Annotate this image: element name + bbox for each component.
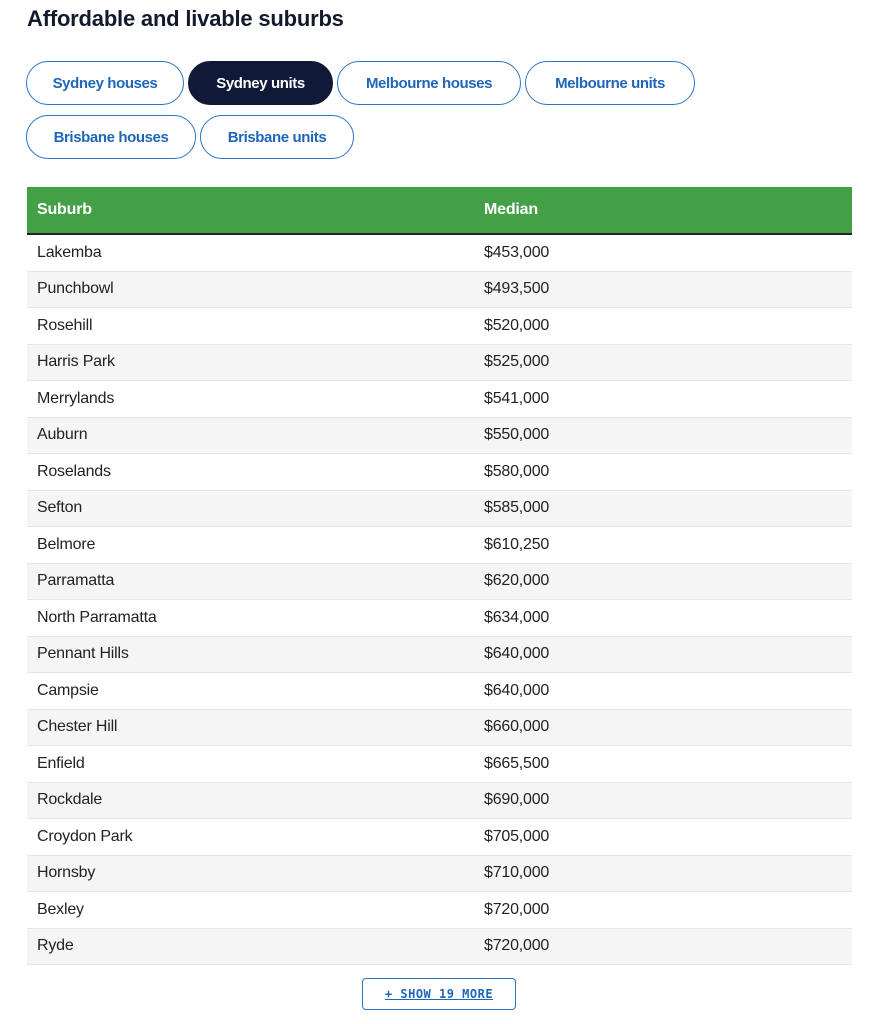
table-row: Ryde $720,000 bbox=[27, 928, 852, 965]
tab-row-2: Brisbane houses Brisbane units bbox=[26, 115, 354, 159]
median-cell: $541,000 bbox=[474, 380, 852, 418]
median-cell: $720,000 bbox=[474, 928, 852, 965]
tab-brisbane-houses[interactable]: Brisbane houses bbox=[26, 115, 196, 159]
table-header: Suburb Median bbox=[27, 187, 852, 235]
median-cell: $453,000 bbox=[474, 234, 852, 272]
table-row: Bexley $720,000 bbox=[27, 891, 852, 929]
suburb-median-table: Suburb Median Lakemba $453,000 Punchbowl $… bbox=[27, 187, 852, 965]
table-row: Auburn $550,000 bbox=[27, 417, 852, 454]
suburb-cell: Auburn bbox=[27, 417, 474, 454]
suburb-cell: Harris Park bbox=[27, 344, 474, 381]
suburb-cell: Punchbowl bbox=[27, 271, 474, 308]
suburb-cell: Merrylands bbox=[27, 380, 474, 418]
median-cell: $665,500 bbox=[474, 745, 852, 783]
table-row: Parramatta $620,000 bbox=[27, 563, 852, 600]
median-cell: $580,000 bbox=[474, 453, 852, 491]
median-cell: $520,000 bbox=[474, 307, 852, 345]
median-cell: $640,000 bbox=[474, 636, 852, 673]
tab-sydney-houses[interactable]: Sydney houses bbox=[26, 61, 184, 105]
table-row: Hornsby $710,000 bbox=[27, 855, 852, 892]
suburb-cell: Belmore bbox=[27, 526, 474, 564]
suburb-cell: Hornsby bbox=[27, 855, 474, 892]
tab-sydney-units[interactable]: Sydney units bbox=[188, 61, 333, 105]
suburb-cell: North Parramatta bbox=[27, 599, 474, 637]
median-cell: $710,000 bbox=[474, 855, 852, 892]
tab-row-1: Sydney houses Sydney units Melbourne hou… bbox=[26, 61, 695, 105]
table-row: Roselands $580,000 bbox=[27, 453, 852, 491]
suburb-cell: Parramatta bbox=[27, 563, 474, 600]
median-cell: $585,000 bbox=[474, 490, 852, 527]
table-row: Lakemba $453,000 bbox=[27, 234, 852, 272]
suburb-cell: Enfield bbox=[27, 745, 474, 783]
table-row: Chester Hill $660,000 bbox=[27, 709, 852, 746]
median-cell: $640,000 bbox=[474, 672, 852, 710]
column-header-suburb: Suburb bbox=[27, 187, 474, 235]
median-cell: $610,250 bbox=[474, 526, 852, 564]
median-cell: $550,000 bbox=[474, 417, 852, 454]
table-row: Campsie $640,000 bbox=[27, 672, 852, 710]
suburb-cell: Pennant Hills bbox=[27, 636, 474, 673]
suburb-cell: Campsie bbox=[27, 672, 474, 710]
table-body: Lakemba $453,000 Punchbowl $493,500 Rosehi… bbox=[27, 234, 852, 965]
table-row: Pennant Hills $640,000 bbox=[27, 636, 852, 673]
page: Affordable and livable suburbs Sydney ho… bbox=[0, 0, 870, 1024]
tab-melbourne-houses[interactable]: Melbourne houses bbox=[337, 61, 521, 105]
tab-melbourne-units[interactable]: Melbourne units bbox=[525, 61, 695, 105]
median-cell: $720,000 bbox=[474, 891, 852, 929]
median-cell: $525,000 bbox=[474, 344, 852, 381]
table-header-row: Suburb Median bbox=[27, 187, 852, 235]
table-row: Croydon Park $705,000 bbox=[27, 818, 852, 856]
table-row: Harris Park $525,000 bbox=[27, 344, 852, 381]
suburb-cell: Ryde bbox=[27, 928, 474, 965]
table-row: Punchbowl $493,500 bbox=[27, 271, 852, 308]
table-row: Enfield $665,500 bbox=[27, 745, 852, 783]
table-row: Rockdale $690,000 bbox=[27, 782, 852, 819]
table-row: Rosehill $520,000 bbox=[27, 307, 852, 345]
table-row: North Parramatta $634,000 bbox=[27, 599, 852, 637]
median-cell: $705,000 bbox=[474, 818, 852, 856]
tab-brisbane-units[interactable]: Brisbane units bbox=[200, 115, 354, 159]
median-cell: $493,500 bbox=[474, 271, 852, 308]
column-header-median: Median bbox=[474, 187, 852, 235]
suburb-cell: Roselands bbox=[27, 453, 474, 491]
table-row: Sefton $585,000 bbox=[27, 490, 852, 527]
page-title: Affordable and livable suburbs bbox=[27, 6, 344, 31]
table-row: Merrylands $541,000 bbox=[27, 380, 852, 418]
median-cell: $660,000 bbox=[474, 709, 852, 746]
suburb-cell: Sefton bbox=[27, 490, 474, 527]
suburb-cell: Lakemba bbox=[27, 234, 474, 272]
median-cell: $634,000 bbox=[474, 599, 852, 637]
suburb-cell: Rosehill bbox=[27, 307, 474, 345]
table-row: Belmore $610,250 bbox=[27, 526, 852, 564]
median-cell: $620,000 bbox=[474, 563, 852, 600]
suburb-cell: Rockdale bbox=[27, 782, 474, 819]
median-cell: $690,000 bbox=[474, 782, 852, 819]
show-more-button[interactable]: + SHOW 19 MORE bbox=[362, 978, 516, 1010]
suburb-cell: Bexley bbox=[27, 891, 474, 929]
suburb-cell: Croydon Park bbox=[27, 818, 474, 856]
suburb-cell: Chester Hill bbox=[27, 709, 474, 746]
